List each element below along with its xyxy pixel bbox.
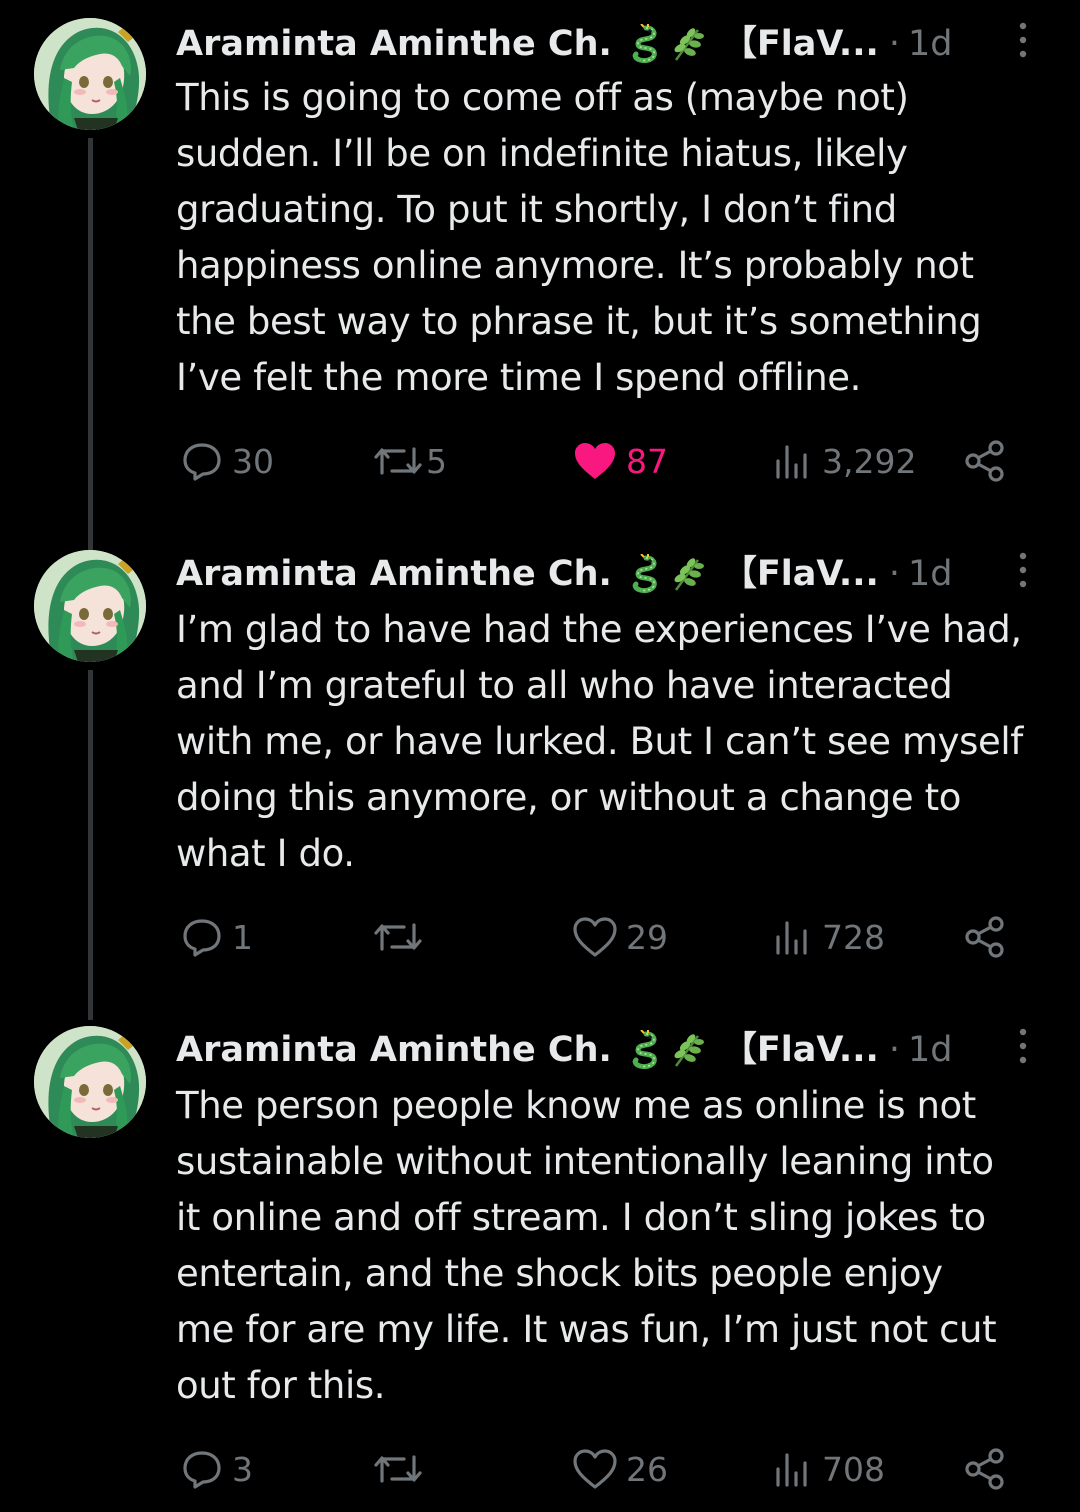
separator: ·: [888, 1030, 900, 1070]
timestamp[interactable]: 1d: [908, 16, 953, 72]
thread-line: [88, 138, 93, 558]
like-button[interactable]: 29: [572, 912, 668, 962]
herb-emoji-icon: [668, 554, 706, 594]
avatar[interactable]: [34, 18, 146, 130]
views-count: 708: [822, 1449, 885, 1489]
retweet-icon: [374, 923, 422, 951]
dragon-emoji-icon: [626, 554, 664, 594]
views-icon: [776, 445, 807, 479]
reply-icon: [183, 1451, 221, 1489]
like-count: 87: [626, 441, 668, 481]
heart-icon: [573, 1449, 617, 1489]
heart-filled-icon: [575, 443, 615, 479]
timestamp[interactable]: 1d: [908, 1022, 953, 1078]
views-count: 728: [822, 917, 885, 957]
tweet-header: Araminta Aminthe Ch. 【FlaV... · 1d: [176, 546, 952, 602]
separator: ·: [888, 24, 900, 64]
reply-count: 3: [232, 1449, 253, 1489]
views-button[interactable]: 708: [770, 1444, 885, 1494]
tweet-text: I’m glad to have had the experiences I’v…: [176, 608, 1023, 875]
retweet-button[interactable]: [372, 1444, 432, 1494]
reply-count: 30: [232, 441, 274, 481]
retweet-icon: [374, 1455, 422, 1483]
share-button[interactable]: [962, 912, 1008, 962]
more-options-icon[interactable]: [1016, 20, 1030, 60]
reply-count: 1: [232, 917, 253, 957]
tweet-header: Araminta Aminthe Ch. 【FlaV... · 1d: [176, 1022, 952, 1078]
views-icon: [776, 1453, 807, 1487]
dragon-emoji-icon: [626, 1030, 664, 1070]
reply-icon: [183, 443, 221, 481]
views-button[interactable]: 728: [770, 912, 885, 962]
author-handle[interactable]: 【FlaV...: [722, 16, 879, 72]
tweet-text: This is going to come off as (maybe not)…: [176, 76, 982, 399]
author-handle[interactable]: 【FlaV...: [722, 1022, 879, 1078]
herb-emoji-icon: [668, 1030, 706, 1070]
author-name[interactable]: Araminta Aminthe Ch.: [176, 1022, 612, 1078]
avatar[interactable]: [34, 1026, 146, 1138]
views-icon: [776, 921, 807, 955]
share-button[interactable]: [962, 1444, 1008, 1494]
reply-icon: [183, 919, 221, 957]
views-button[interactable]: 3,292: [770, 436, 916, 486]
share-icon: [965, 916, 1004, 958]
reply-button[interactable]: 3: [180, 1444, 253, 1494]
tweet-header: Araminta Aminthe Ch. 【FlaV... · 1d: [176, 16, 952, 72]
share-button[interactable]: [962, 436, 1008, 486]
share-icon: [965, 1448, 1004, 1490]
heart-icon: [573, 917, 617, 957]
tweet-actions: 3 26 708: [176, 1444, 1036, 1494]
like-count: 29: [626, 917, 668, 957]
retweet-count: 5: [426, 441, 447, 481]
views-count: 3,292: [822, 441, 917, 481]
separator: ·: [888, 554, 900, 594]
like-button[interactable]: 87: [572, 436, 668, 486]
more-options-icon[interactable]: [1016, 1026, 1030, 1066]
tweet-actions: 1 29 728: [176, 912, 1036, 962]
like-button[interactable]: 26: [572, 1444, 668, 1494]
retweet-button[interactable]: 5: [372, 436, 447, 486]
author-handle[interactable]: 【FlaV...: [722, 546, 879, 602]
retweet-button[interactable]: [372, 912, 432, 962]
dragon-emoji-icon: [626, 24, 664, 64]
author-name[interactable]: Araminta Aminthe Ch.: [176, 546, 612, 602]
herb-emoji-icon: [668, 24, 706, 64]
reply-button[interactable]: 1: [180, 912, 253, 962]
more-options-icon[interactable]: [1016, 550, 1030, 590]
timestamp[interactable]: 1d: [908, 546, 953, 602]
reply-button[interactable]: 30: [180, 436, 274, 486]
author-name[interactable]: Araminta Aminthe Ch.: [176, 16, 612, 72]
thread-line: [88, 670, 93, 1020]
retweet-icon: [374, 447, 422, 475]
share-icon: [965, 440, 1004, 482]
tweet-actions: 30 5 87 3,292: [176, 436, 1036, 486]
avatar[interactable]: [34, 550, 146, 662]
like-count: 26: [626, 1449, 668, 1489]
tweet-text: The person people know me as online is n…: [176, 1084, 997, 1407]
